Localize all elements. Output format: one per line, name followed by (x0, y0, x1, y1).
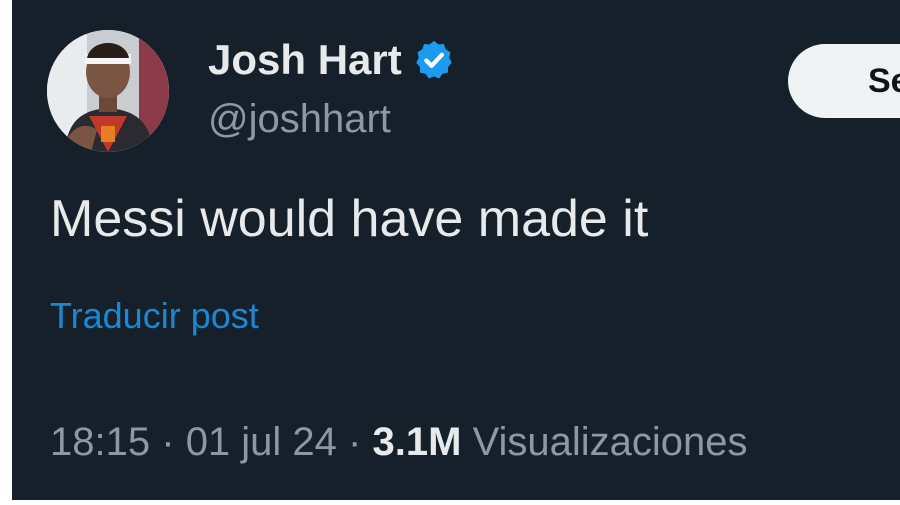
post-date[interactable]: 01 jul 24 (186, 420, 337, 464)
post-time[interactable]: 18:15 (50, 420, 150, 464)
views-label: Visualizaciones (472, 420, 748, 464)
translate-post-link[interactable]: Traducir post (50, 294, 259, 338)
meta-separator: · (348, 420, 362, 464)
views-count: 3.1M (372, 420, 462, 464)
author-name-row: Josh Hart (208, 36, 456, 84)
avatar[interactable] (47, 30, 169, 152)
meta-separator: · (161, 420, 175, 464)
post-text: Messi would have made it (50, 190, 649, 248)
subscribe-button[interactable]: Se (788, 44, 900, 118)
verified-badge-icon[interactable] (412, 38, 456, 82)
post-meta: 18:15 · 01 jul 24 · 3.1M Visualizaciones (50, 418, 748, 466)
tweet-card: Josh Hart @joshhart Se Messi would have … (12, 0, 900, 500)
author-display-name[interactable]: Josh Hart (208, 36, 402, 84)
author-handle[interactable]: @joshhart (208, 96, 391, 142)
avatar-photo (47, 30, 169, 152)
